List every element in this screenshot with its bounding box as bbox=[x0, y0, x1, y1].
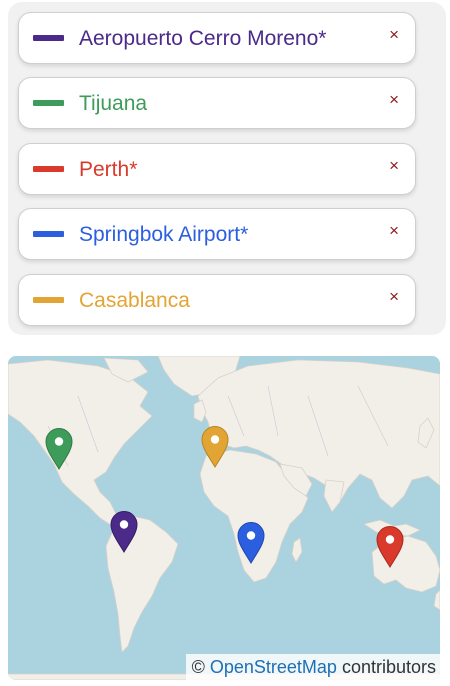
location-label: Springbok Airport* bbox=[79, 223, 249, 246]
location-chip-1[interactable]: Tijuana × bbox=[18, 77, 416, 129]
map-attribution: © OpenStreetMap contributors bbox=[185, 654, 440, 680]
location-label: Aeropuerto Cerro Moreno* bbox=[79, 27, 327, 50]
color-swatch bbox=[33, 100, 64, 106]
color-swatch bbox=[33, 35, 64, 41]
map-tiles bbox=[8, 356, 440, 680]
close-icon[interactable]: × bbox=[389, 286, 399, 308]
map-pin-springbok[interactable] bbox=[237, 522, 265, 564]
close-icon[interactable]: × bbox=[389, 89, 399, 111]
map-pin-casablanca[interactable] bbox=[201, 426, 229, 468]
color-swatch bbox=[33, 166, 64, 172]
location-chip-2[interactable]: Perth* × bbox=[18, 143, 416, 195]
location-chip-4[interactable]: Casablanca × bbox=[18, 274, 416, 326]
close-icon[interactable]: × bbox=[389, 155, 399, 177]
close-icon[interactable]: × bbox=[389, 24, 399, 46]
map-pin-cerro-moreno[interactable] bbox=[110, 511, 138, 553]
close-icon[interactable]: × bbox=[389, 220, 399, 242]
attribution-suffix: contributors bbox=[336, 657, 436, 677]
location-chip-0[interactable]: Aeropuerto Cerro Moreno* × bbox=[18, 12, 416, 64]
color-swatch bbox=[33, 231, 64, 237]
location-chip-3[interactable]: Springbok Airport* × bbox=[18, 208, 416, 260]
attribution-prefix: © bbox=[191, 657, 210, 677]
location-label: Perth* bbox=[79, 158, 138, 181]
location-label: Tijuana bbox=[79, 92, 148, 115]
map-pin-tijuana[interactable] bbox=[45, 428, 73, 470]
world-map[interactable]: © OpenStreetMap contributors bbox=[8, 356, 440, 680]
openstreetmap-link[interactable]: OpenStreetMap bbox=[210, 657, 337, 677]
color-swatch bbox=[33, 297, 64, 303]
location-label: Casablanca bbox=[79, 289, 190, 312]
location-list-panel: Aeropuerto Cerro Moreno* × Tijuana × Per… bbox=[8, 2, 446, 335]
map-pin-perth[interactable] bbox=[376, 526, 404, 568]
